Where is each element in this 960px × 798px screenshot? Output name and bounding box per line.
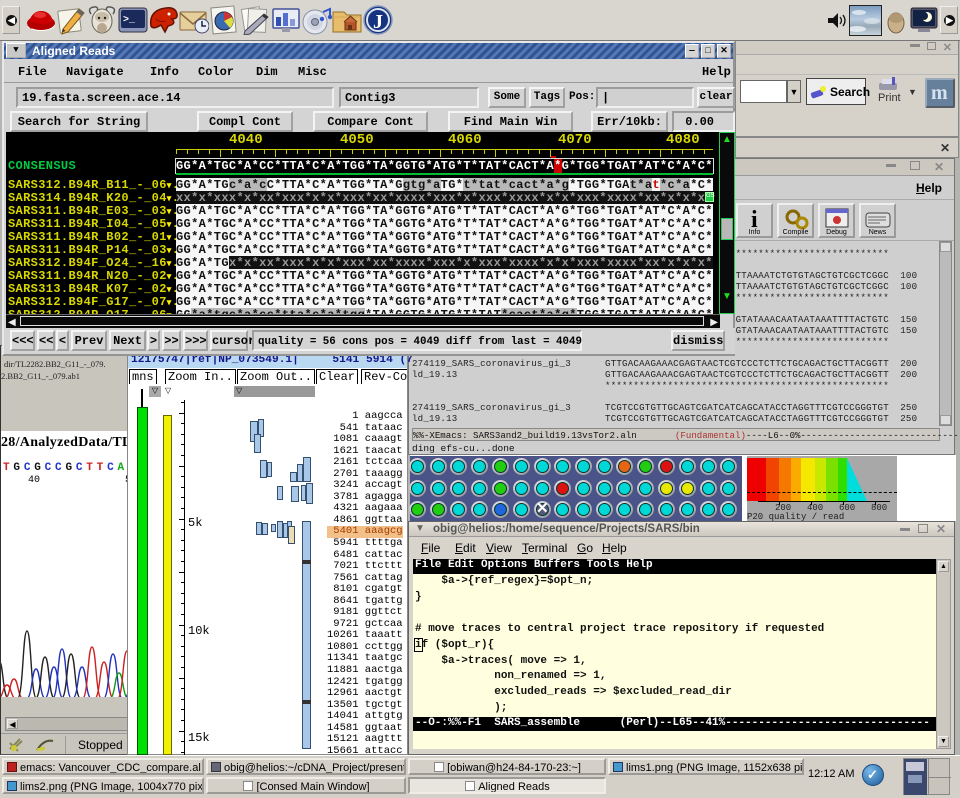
- svg-text:J: J: [373, 11, 383, 33]
- svg-text:i: i: [751, 207, 758, 231]
- svg-text:>_: >_: [123, 15, 136, 26]
